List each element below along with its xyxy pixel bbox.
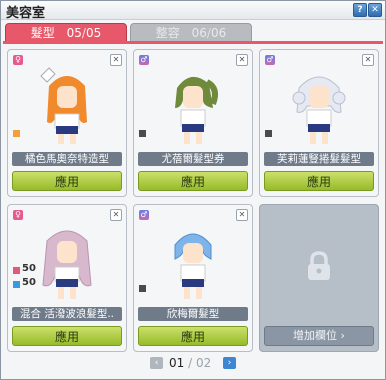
locked-slot: 增加欄位 ›: [259, 204, 379, 352]
hair-slot-1[interactable]: ♀ ✕ 橘色馬奧奈特造型 應用: [7, 49, 127, 197]
tab-face-label: 整容: [155, 26, 180, 40]
tab-face[interactable]: 整容 06/06: [130, 23, 252, 43]
delete-slot-icon[interactable]: ✕: [362, 54, 374, 66]
page-indicator: 01 / 02: [169, 356, 211, 370]
avatar-blue-hair: [174, 233, 212, 299]
delete-slot-icon[interactable]: ✕: [236, 54, 248, 66]
pager: ‹ 01 / 02 ›: [1, 355, 385, 371]
female-icon: ♀: [13, 55, 23, 65]
title-bar: 美容室 ? ✕: [1, 1, 385, 21]
mix-ratio: 50: [22, 263, 36, 274]
page-separator: /: [188, 356, 193, 370]
avatar-green-hair: [175, 76, 218, 144]
page-current: 01: [169, 356, 185, 370]
color-swatch: [13, 130, 20, 137]
next-page-icon[interactable]: ›: [223, 357, 236, 369]
tab-hair-current: 05: [66, 26, 82, 40]
hair-name: 欣梅爾髮型: [138, 307, 248, 321]
tab-hair-total: 05: [85, 26, 102, 40]
female-icon: ♀: [13, 210, 23, 220]
tab-face-total: 06: [210, 26, 227, 40]
mix-ratio: 50: [22, 277, 36, 288]
apply-button[interactable]: 應用: [12, 171, 122, 191]
tab-underline: [3, 41, 383, 44]
hair-slot-2[interactable]: ♂ ✕ 尤蓓爾髮型券 應用: [133, 49, 253, 197]
apply-button[interactable]: 應用: [138, 326, 248, 346]
page-total: 02: [195, 356, 212, 370]
apply-button[interactable]: 應用: [12, 326, 122, 346]
apply-button[interactable]: 應用: [138, 171, 248, 191]
tab-hair-sep: /: [81, 26, 86, 40]
beauty-salon-window: 美容室 ? ✕ 髮型 05/05 整容 06/06 ♀ ✕ 橘色馬奧奈特造型 應…: [0, 0, 386, 380]
avatar-orange-hair: [40, 67, 87, 144]
tab-face-current: 06: [191, 26, 207, 40]
apply-button[interactable]: 應用: [264, 171, 374, 191]
delete-slot-icon[interactable]: ✕: [110, 209, 122, 221]
hair-slot-5[interactable]: ♂ ✕ 欣梅爾髮型 應用: [133, 204, 253, 352]
hair-name: 芙莉蓮豎捲髮髮型: [264, 152, 374, 166]
slot-grid: ♀ ✕ 橘色馬奧奈特造型 應用 ♂ ✕ 尤蓓爾髮型券 應用 ♂ ✕ 芙莉蓮豎捲髮…: [7, 49, 379, 352]
male-icon: ♂: [265, 55, 275, 65]
lock-icon: [308, 251, 330, 280]
window-title: 美容室: [6, 6, 46, 21]
add-slot-button[interactable]: 增加欄位 ›: [264, 326, 374, 346]
color-swatch: [13, 281, 20, 288]
prev-page-icon[interactable]: ‹: [150, 357, 163, 369]
avatar-silver-hair: [292, 76, 346, 144]
tab-hair[interactable]: 髮型 05/05: [5, 23, 127, 43]
hair-slot-3[interactable]: ♂ ✕ 芙莉蓮豎捲髮髮型 應用: [259, 49, 379, 197]
hair-slot-4[interactable]: ♀ ✕ 50 50 混合 活潑波浪髮型.. 應用: [7, 204, 127, 352]
color-swatch: [13, 267, 20, 274]
color-swatch: [265, 130, 272, 137]
color-swatch: [139, 130, 146, 137]
color-swatch: [139, 285, 146, 292]
male-icon: ♂: [139, 55, 149, 65]
hair-name: 橘色馬奧奈特造型: [12, 152, 122, 166]
male-icon: ♂: [139, 210, 149, 220]
tab-face-sep: /: [206, 26, 211, 40]
hair-name: 混合 活潑波浪髮型..: [12, 307, 122, 321]
delete-slot-icon[interactable]: ✕: [110, 54, 122, 66]
hair-name: 尤蓓爾髮型券: [138, 152, 248, 166]
delete-slot-icon[interactable]: ✕: [236, 209, 248, 221]
avatar-wavy-hair: [42, 230, 92, 299]
close-icon[interactable]: ✕: [368, 3, 382, 17]
tab-hair-label: 髮型: [30, 26, 55, 40]
help-icon[interactable]: ?: [353, 3, 367, 17]
